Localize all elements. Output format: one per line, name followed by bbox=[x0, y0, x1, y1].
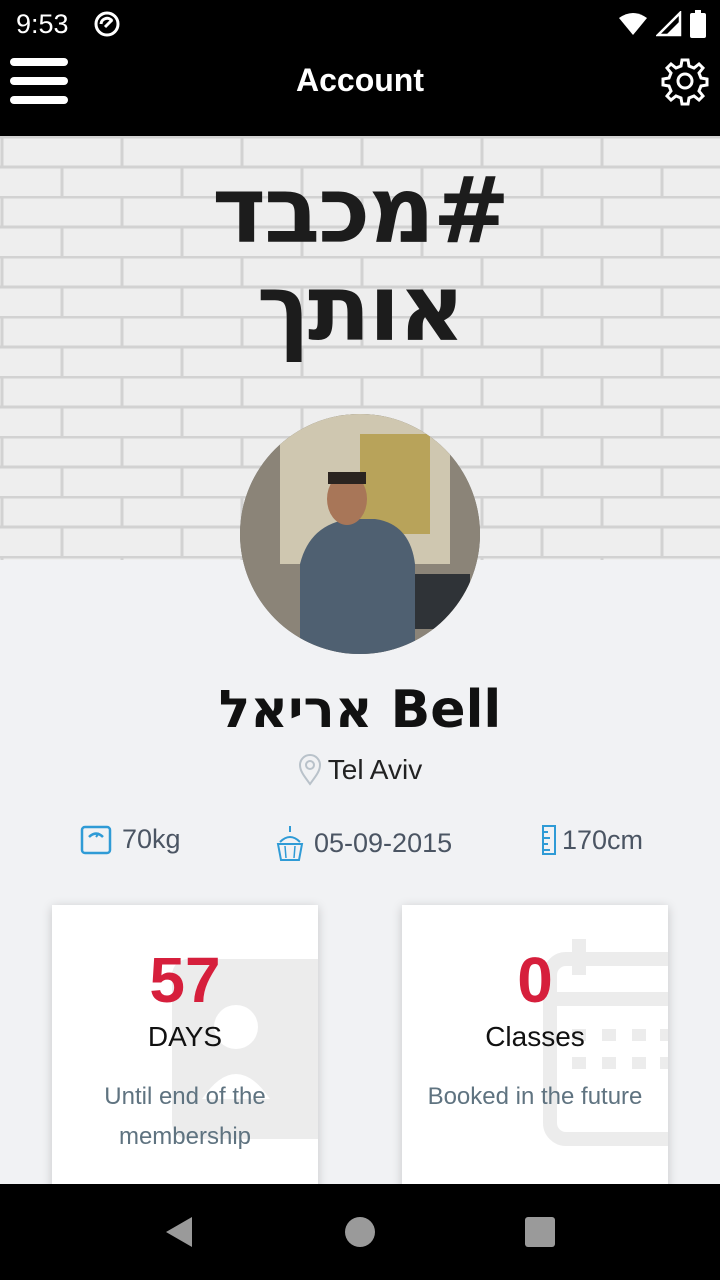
height-stat: 170cm bbox=[540, 824, 643, 856]
days-unit: DAYS bbox=[147, 1021, 223, 1052]
days-description: Until end of the membership bbox=[104, 1083, 266, 1150]
logo-line-2: אותך bbox=[256, 255, 466, 362]
logo-line-1: #מכבד bbox=[212, 157, 510, 264]
app-bar: Account bbox=[0, 50, 720, 136]
recents-icon[interactable] bbox=[522, 1214, 558, 1250]
birthday-cake-icon bbox=[276, 826, 304, 861]
account-content[interactable]: #מכבד אותך אריאל Bell Tel Aviv 70kg 05-0… bbox=[0, 136, 720, 1184]
scale-icon bbox=[80, 825, 112, 854]
status-time: 9:53 bbox=[16, 9, 69, 39]
classes-unit: Classes bbox=[485, 1021, 585, 1052]
classes-count: 0 bbox=[517, 944, 553, 1016]
profile-photo bbox=[240, 414, 480, 654]
sync-icon bbox=[94, 11, 120, 37]
gear-icon[interactable] bbox=[660, 56, 710, 106]
home-icon[interactable] bbox=[342, 1214, 378, 1250]
location: Tel Aviv bbox=[0, 754, 720, 786]
system-nav-bar bbox=[0, 1184, 720, 1280]
weight-stat: 70kg bbox=[80, 824, 181, 855]
brand-logo: #מכבד אותך bbox=[0, 162, 720, 358]
status-icons bbox=[618, 10, 706, 38]
days-count: 57 bbox=[149, 944, 221, 1016]
battery-icon bbox=[690, 10, 706, 38]
location-pin-icon bbox=[298, 754, 321, 786]
signal-icon bbox=[656, 11, 682, 37]
birthdate-value: 05-09-2015 bbox=[314, 827, 453, 858]
membership-days-card[interactable]: 57 DAYS Until end of the membership bbox=[52, 905, 318, 1184]
classes-description: Booked in the future bbox=[427, 1083, 643, 1110]
birthdate-stat: 05-09-2015 bbox=[276, 824, 452, 862]
weight-value: 70kg bbox=[122, 824, 181, 854]
back-icon[interactable] bbox=[162, 1214, 198, 1250]
status-bar: 9:53 bbox=[0, 0, 720, 50]
stats-row: 70kg 05-09-2015 170cm bbox=[0, 824, 720, 864]
height-value: 170cm bbox=[562, 824, 644, 855]
location-text: Tel Aviv bbox=[327, 754, 423, 785]
ruler-icon bbox=[542, 825, 556, 855]
wifi-icon bbox=[619, 13, 647, 35]
profile-name: אריאל Bell bbox=[218, 680, 502, 740]
booked-classes-card[interactable]: 0 Classes Booked in the future bbox=[402, 905, 668, 1184]
avatar[interactable] bbox=[240, 414, 480, 654]
page-title: Account bbox=[296, 62, 424, 98]
